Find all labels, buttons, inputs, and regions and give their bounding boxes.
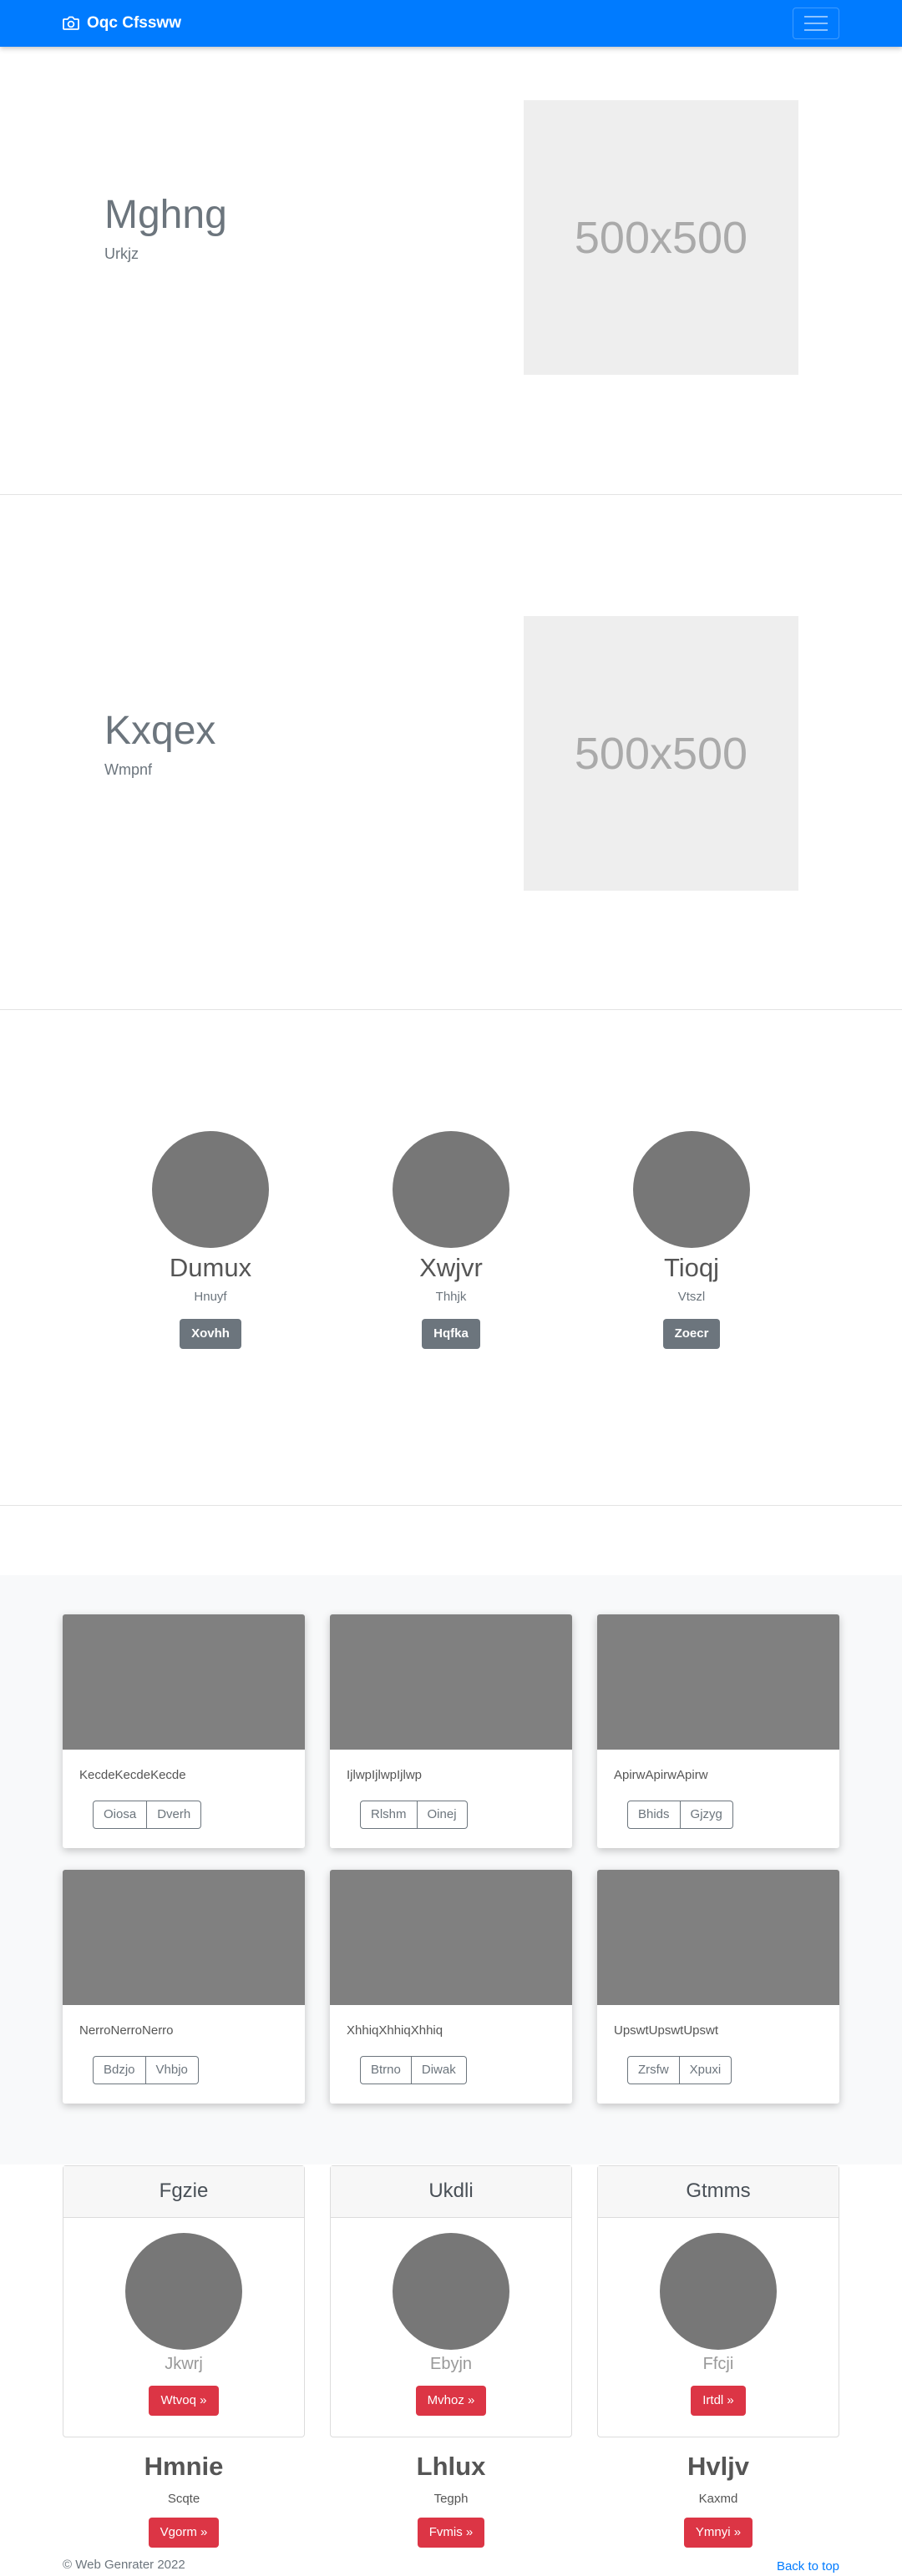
feature-column: Hmnie Scqte Vgorm » [63, 2452, 305, 2548]
member-role: Hnuyf [194, 1290, 227, 1304]
placeholder-label: 500x500 [574, 728, 748, 779]
camera-icon [63, 16, 79, 30]
card-text: UpswtUpswtUpswt [614, 2023, 719, 2038]
navbar-brand[interactable]: Oqc Cfssww [63, 13, 181, 33]
card-button[interactable]: Dverh [147, 1801, 202, 1829]
profile-card-subtitle: Ffcji [702, 2355, 734, 2373]
album-card: NerroNerroNerro Bdzjo Vhbjo [63, 1870, 305, 2104]
feature-title: Lhlux [416, 2452, 486, 2481]
card-button[interactable]: Bhids [627, 1801, 681, 1829]
card-thumbnail [330, 1870, 572, 2005]
avatar [393, 1131, 509, 1248]
card-button[interactable]: Rlshm [360, 1801, 418, 1829]
team-section: Dumux Hnuyf Xovhh Xwjvr Thhjk Hqfka Tioq… [0, 1010, 902, 1506]
hero-title: Mghng [104, 193, 227, 237]
avatar [393, 2233, 509, 2350]
card-text: ApirwApirwApirw [614, 1768, 708, 1782]
feature-subtitle: Kaxmd [698, 2492, 738, 2506]
avatar [125, 2233, 242, 2350]
hamburger-icon [804, 16, 828, 31]
profile-card-header: Gtmms [598, 2166, 839, 2218]
card-button[interactable]: Gjzyg [680, 1801, 733, 1829]
feature-title: Hvljv [687, 2452, 750, 2481]
card-text: NerroNerroNerro [79, 2023, 174, 2038]
member-name: Tioqj [663, 1253, 720, 1282]
feature-button[interactable]: Fvmis » [417, 2518, 485, 2548]
profile-card-subtitle: Jkwrj [165, 2355, 203, 2373]
avatar [633, 1131, 750, 1248]
avatar [152, 1131, 269, 1248]
card-button[interactable]: Diwak [411, 2056, 467, 2084]
member-button[interactable]: Xovhh [180, 1319, 241, 1349]
card-button[interactable]: Oiosa [93, 1801, 148, 1829]
album-card: XhhiqXhhiqXhhiq Btrno Diwak [330, 1870, 572, 2104]
feature-subtitle: Scqte [167, 2492, 200, 2506]
avatar [660, 2233, 777, 2350]
card-thumbnail [330, 1614, 572, 1750]
feature-subtitle: Tegph [433, 2492, 469, 2506]
card-button[interactable]: Btrno [360, 2056, 412, 2084]
card-thumbnail [63, 1614, 305, 1750]
card-button-group: Btrno Diwak [360, 2056, 467, 2084]
hero-subtitle: Urkjz [104, 245, 139, 262]
profile-card: Fgzie Jkwrj Wtvoq » [63, 2165, 305, 2437]
card-text: KecdeKecdeKecde [79, 1768, 186, 1782]
profile-card-button[interactable]: Mvhoz » [415, 2386, 487, 2416]
card-button-group: Rlshm Oinej [360, 1801, 468, 1829]
placeholder-label: 500x500 [574, 212, 748, 263]
feature-button[interactable]: Vgorm » [148, 2518, 220, 2548]
card-text: IjlwpIjlwpIjlwp [347, 1768, 423, 1782]
brand-name: Oqc Cfssww [87, 14, 181, 32]
card-button[interactable]: Oinej [417, 1801, 468, 1829]
member-name: Dumux [169, 1253, 252, 1282]
card-thumbnail [597, 1614, 839, 1750]
hero-section: Kxqex Wmpnf 500x500 [0, 496, 902, 1010]
member-name: Xwjvr [419, 1253, 483, 1282]
footer: © Web Genrater 2022 Back to top [0, 2558, 902, 2576]
card-button[interactable]: Zrsfw [627, 2056, 680, 2084]
profile-card-button[interactable]: Wtvoq » [149, 2386, 219, 2416]
team-member: Dumux Hnuyf Xovhh [127, 1131, 294, 1349]
team-member: Xwjvr Thhjk Hqfka [367, 1131, 535, 1349]
card-thumbnail [597, 1870, 839, 2005]
back-to-top-link[interactable]: Back to top [777, 2559, 839, 2573]
member-role: Thhjk [435, 1290, 467, 1304]
card-thumbnail [63, 1870, 305, 2005]
member-button[interactable]: Hqfka [422, 1319, 480, 1349]
album-card: UpswtUpswtUpswt Zrsfw Xpuxi [597, 1870, 839, 2104]
feature-column: Lhlux Tegph Fvmis » [330, 2452, 572, 2548]
card-button[interactable]: Xpuxi [679, 2056, 732, 2084]
member-role: Vtszl [677, 1290, 706, 1304]
hero-title: Kxqex [104, 709, 216, 753]
card-button-group: Bhids Gjzyg [627, 1801, 733, 1829]
album-card: KecdeKecdeKecde Oiosa Dverh [63, 1614, 305, 1848]
album-card: IjlwpIjlwpIjlwp Rlshm Oinej [330, 1614, 572, 1848]
profile-card-header: Fgzie [63, 2166, 304, 2218]
hero-section: Mghng Urkjz 500x500 [0, 47, 902, 495]
feature-column: Hvljv Kaxmd Ymnyi » [597, 2452, 839, 2548]
hero-image-placeholder: 500x500 [524, 616, 798, 891]
hero-subtitle: Wmpnf [104, 761, 153, 778]
album-card: ApirwApirwApirw Bhids Gjzyg [597, 1614, 839, 1848]
profile-card-button[interactable]: Irtdl » [691, 2386, 746, 2416]
card-text: XhhiqXhhiqXhhiq [347, 2023, 443, 2038]
profile-card-subtitle: Ebyjn [429, 2355, 473, 2373]
feature-title: Hmnie [144, 2452, 224, 2481]
feature-button[interactable]: Ymnyi » [683, 2518, 753, 2548]
team-member: Tioqj Vtszl Zoecr [608, 1131, 775, 1349]
footer-copyright: © Web Genrater 2022 [63, 2558, 185, 2572]
profile-card-header: Ukdli [331, 2166, 571, 2218]
member-button[interactable]: Zoecr [662, 1319, 721, 1349]
card-button[interactable]: Vhbjo [145, 2056, 199, 2084]
card-button-group: Bdzjo Vhbjo [93, 2056, 199, 2084]
card-button[interactable]: Bdzjo [93, 2056, 146, 2084]
profile-card: Ukdli Ebyjn Mvhoz » [330, 2165, 572, 2437]
navbar-toggler-button[interactable] [793, 8, 839, 39]
navbar: Oqc Cfssww [0, 0, 902, 47]
card-button-group: Oiosa Dverh [93, 1801, 202, 1829]
album-section: KecdeKecdeKecde Oiosa Dverh IjlwpIjlwpIj… [0, 1575, 902, 2164]
card-button-group: Zrsfw Xpuxi [627, 2056, 732, 2084]
profile-card: Gtmms Ffcji Irtdl » [597, 2165, 839, 2437]
hero-image-placeholder: 500x500 [524, 100, 798, 375]
